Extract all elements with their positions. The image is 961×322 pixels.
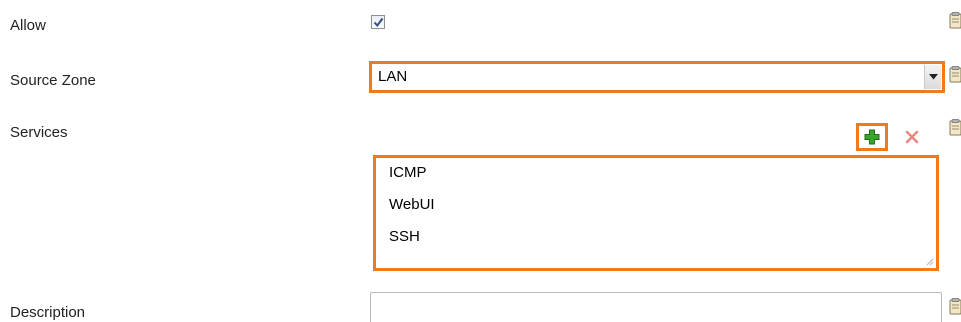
- add-service-button[interactable]: [856, 123, 888, 151]
- source-zone-label: Source Zone: [10, 72, 96, 89]
- resize-grip-icon[interactable]: [924, 256, 934, 266]
- list-item[interactable]: SSH: [389, 228, 420, 245]
- firewall-rule-form: Allow Source Zone LAN Services ICMP WebU…: [0, 0, 961, 322]
- chevron-down-icon: [929, 74, 938, 80]
- plus-icon: [864, 129, 880, 145]
- clipboard-icon[interactable]: [949, 66, 961, 83]
- source-zone-value: LAN: [378, 68, 408, 85]
- list-item[interactable]: ICMP: [389, 164, 427, 181]
- checkmark-icon: [373, 17, 384, 28]
- clipboard-icon[interactable]: [949, 119, 961, 136]
- description-input[interactable]: [370, 292, 942, 322]
- allow-checkbox[interactable]: [371, 15, 385, 29]
- allow-label: Allow: [10, 17, 46, 34]
- dropdown-button[interactable]: [924, 65, 941, 89]
- services-label: Services: [10, 124, 68, 141]
- x-icon: [905, 130, 919, 144]
- services-listbox[interactable]: ICMP WebUI SSH: [373, 155, 939, 271]
- remove-service-button[interactable]: [903, 128, 921, 146]
- clipboard-icon[interactable]: [949, 298, 961, 315]
- list-item[interactable]: WebUI: [389, 196, 435, 213]
- source-zone-select[interactable]: LAN: [369, 61, 945, 93]
- description-label: Description: [10, 304, 86, 321]
- clipboard-icon[interactable]: [949, 12, 961, 29]
